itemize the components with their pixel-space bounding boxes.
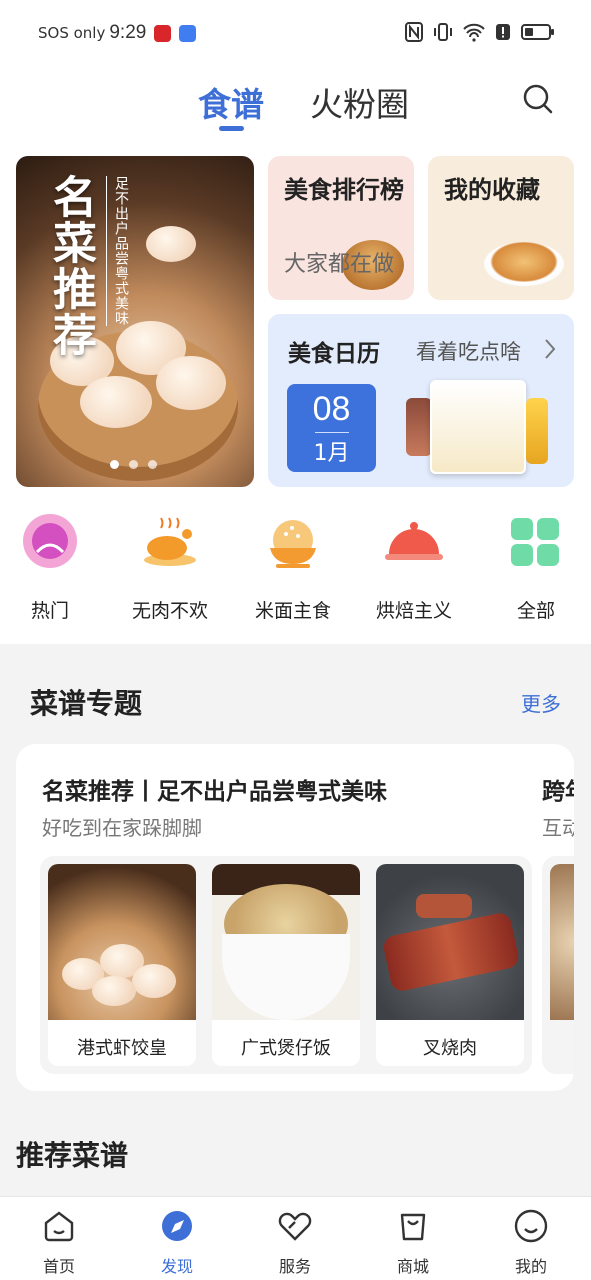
recipe-topics-title: 菜谱专题 xyxy=(30,687,143,720)
calendar-link[interactable]: 看着吃点啥 xyxy=(416,336,521,366)
top-header: 食谱 火粉圈 xyxy=(0,66,591,144)
banner-subtitle: 足不出户品尝粤式美味 xyxy=(106,176,131,326)
recommended-recipes-title: 推荐菜谱 xyxy=(16,1139,129,1172)
carousel-dot[interactable] xyxy=(129,460,138,469)
topic-subtitle-next: 互动 xyxy=(542,816,574,840)
nav-label: 首页 xyxy=(42,1257,75,1276)
dish-strip: 港式虾饺皇 广式煲仔饭 叉烧肉 xyxy=(40,856,532,1074)
dish-card[interactable]: 港式虾饺皇 xyxy=(48,864,196,1066)
home-icon xyxy=(44,1211,74,1242)
nav-label: 商城 xyxy=(396,1257,429,1276)
food-ranking-card[interactable]: 美食排行榜 大家都在做 xyxy=(268,156,414,300)
discover-icon xyxy=(162,1211,192,1241)
corn-image xyxy=(526,398,548,464)
nav-discover[interactable]: 发现 xyxy=(137,1209,217,1277)
status-left: SOS only 9:29 xyxy=(38,22,197,44)
nav-label: 服务 xyxy=(278,1257,311,1276)
ranking-subtitle: 大家都在做 xyxy=(284,252,395,277)
dumpling-image xyxy=(156,356,226,410)
alert-icon xyxy=(496,24,510,40)
grid-icon xyxy=(511,518,559,566)
toast-plate-image xyxy=(484,242,564,286)
cake-roll-image xyxy=(430,380,526,474)
dumpling-image xyxy=(146,226,196,262)
chestnut-image xyxy=(406,398,432,456)
category-row: 热门 无肉不欢 米面主食 烘焙主义 全部 xyxy=(0,500,591,644)
nav-home[interactable]: 首页 xyxy=(19,1209,99,1277)
shopping-bag-icon xyxy=(400,1213,426,1241)
topic-subtitle: 好吃到在家跺脚脚 xyxy=(42,816,202,840)
dish-card[interactable]: 叉烧肉 xyxy=(376,864,524,1066)
dish-image xyxy=(48,864,196,1020)
nav-service[interactable]: 服务 xyxy=(255,1209,335,1277)
dumpling-image xyxy=(80,376,152,428)
banner-title: 名菜推荐 xyxy=(45,174,96,358)
category-baking[interactable]: 烘焙主义 xyxy=(364,512,464,623)
roast-chicken-icon xyxy=(144,517,196,566)
banner-carousel[interactable]: 名菜推荐 足不出户品尝粤式美味 xyxy=(16,156,254,487)
category-label: 热门 xyxy=(30,600,69,622)
bottom-nav: 首页 发现 服务 商城 我的 xyxy=(0,1196,591,1280)
dish-card[interactable]: 广式煲仔饭 xyxy=(212,864,360,1066)
app-badge-blue xyxy=(179,24,197,42)
nav-profile[interactable]: 我的 xyxy=(491,1209,571,1277)
carousel-dot[interactable] xyxy=(148,460,157,469)
flower-icon xyxy=(23,514,77,568)
carrier-text: SOS only xyxy=(38,24,106,42)
rice-bowl-icon xyxy=(270,520,316,568)
category-label: 米面主食 xyxy=(254,600,331,622)
dish-image xyxy=(376,864,524,1020)
chevron-right-icon[interactable] xyxy=(544,338,556,360)
calendar-date-badge: 08 1月 xyxy=(287,384,376,472)
vibrate-icon xyxy=(434,23,452,41)
category-staples[interactable]: 米面主食 xyxy=(243,512,343,623)
ranking-title: 美食排行榜 xyxy=(284,176,404,204)
my-favorites-card[interactable]: 我的收藏 xyxy=(428,156,574,300)
favorites-title: 我的收藏 xyxy=(444,176,540,204)
category-label: 烘焙主义 xyxy=(375,600,452,622)
category-label: 无肉不欢 xyxy=(131,600,208,622)
topic-card[interactable]: 名菜推荐丨足不出户品尝粤式美味 好吃到在家跺脚脚 跨年 互动 港式虾饺皇 广式煲… xyxy=(16,744,574,1091)
nav-label: 我的 xyxy=(514,1257,547,1276)
dish-image xyxy=(212,864,360,1020)
status-right xyxy=(405,22,555,42)
category-hot[interactable]: 热门 xyxy=(0,512,100,623)
nav-mall[interactable]: 商城 xyxy=(373,1209,453,1277)
category-label: 全部 xyxy=(516,600,555,622)
calendar-title: 美食日历 xyxy=(288,341,380,367)
carousel-dot[interactable] xyxy=(110,460,119,469)
topic-title-next: 跨年 xyxy=(542,779,574,805)
baking-dome-icon xyxy=(385,522,443,560)
profile-icon xyxy=(514,1209,548,1243)
wifi-icon xyxy=(463,23,485,42)
tab-indicator xyxy=(219,126,244,131)
clock: 9:29 xyxy=(109,22,147,43)
app-badge-red xyxy=(154,24,172,42)
topic-title: 名菜推荐丨足不出户品尝粤式美味 xyxy=(42,779,387,805)
dish-name: 叉烧肉 xyxy=(423,1038,477,1059)
battery-icon xyxy=(521,24,554,40)
nav-label: 发现 xyxy=(160,1257,193,1276)
service-icon xyxy=(278,1212,312,1241)
category-all[interactable]: 全部 xyxy=(486,512,586,623)
nfc-icon xyxy=(405,22,423,42)
tab-recipes[interactable]: 食谱 xyxy=(198,78,264,126)
carousel-dots xyxy=(110,460,157,469)
calendar-day: 08 xyxy=(312,390,351,428)
calendar-month: 1月 xyxy=(313,441,350,466)
status-bar: SOS only 9:29 xyxy=(0,0,591,66)
more-link[interactable]: 更多 xyxy=(521,688,561,717)
search-icon[interactable] xyxy=(523,84,553,114)
dish-name: 广式煲仔饭 xyxy=(241,1038,331,1059)
dish-strip-next xyxy=(542,856,574,1074)
dish-image xyxy=(550,864,574,1020)
tab-fan-circle[interactable]: 火粉圈 xyxy=(310,78,409,126)
dish-name: 港式虾饺皇 xyxy=(77,1038,167,1059)
category-meat[interactable]: 无肉不欢 xyxy=(120,512,220,623)
food-calendar-card[interactable]: 美食日历 看着吃点啥 08 1月 xyxy=(268,314,574,487)
